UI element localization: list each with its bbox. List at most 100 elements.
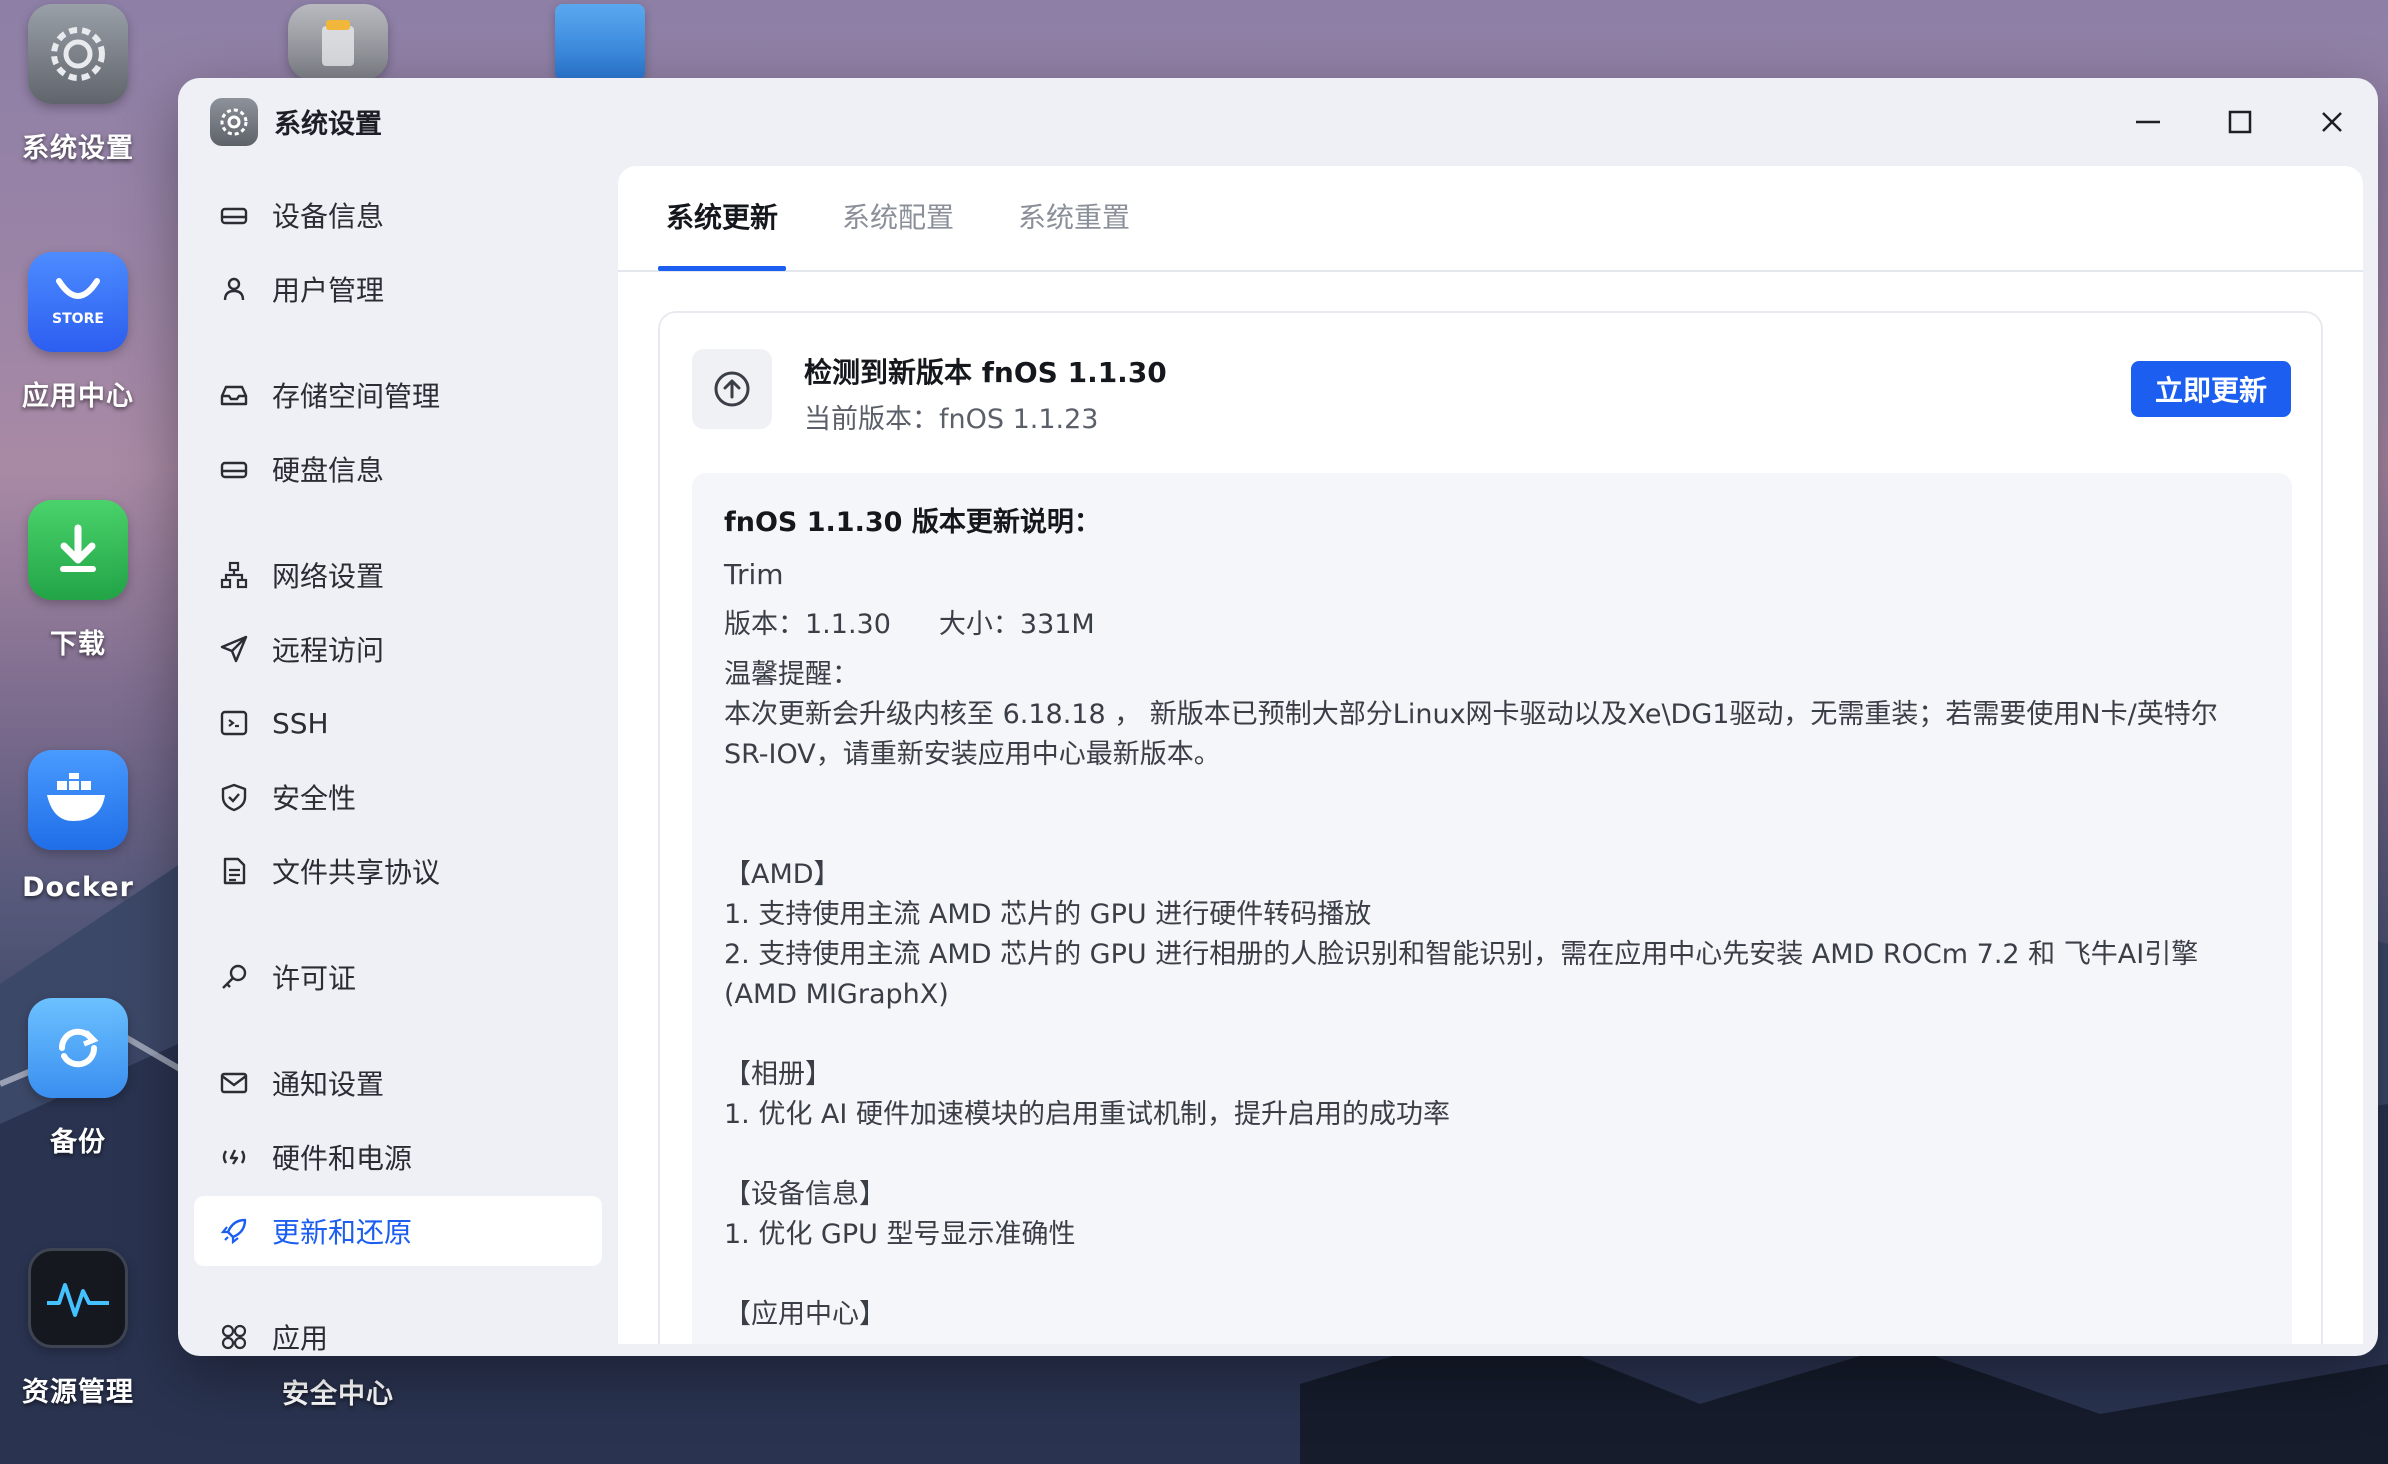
upload-icon: [692, 349, 772, 429]
update-card: 检测到新版本 fnOS 1.1.30 当前版本：fnOS 1.1.23 立即更新…: [658, 311, 2323, 1344]
sidebar-item-ssh[interactable]: SSH: [194, 688, 602, 758]
notes-tip-title: 温馨提醒：: [724, 659, 859, 690]
sidebar-item-label: 许可证: [272, 962, 357, 995]
sidebar-item-apps[interactable]: 应用: [194, 1302, 602, 1356]
minimize-button[interactable]: [2126, 100, 2170, 144]
desktop-icon-label: 安全中心: [282, 1379, 394, 1410]
maximize-icon: [2228, 110, 2252, 134]
sidebar-item-license[interactable]: 许可证: [194, 942, 602, 1012]
network-icon: [216, 557, 252, 593]
apps-grid-icon: [216, 1319, 252, 1355]
notes-heading: fnOS 1.1.30 版本更新说明：: [724, 507, 1101, 538]
rocket-icon: [216, 1213, 252, 1249]
sidebar-item-storage[interactable]: 存储空间管理: [194, 360, 602, 430]
desktop-icon-label: Docker: [22, 872, 134, 903]
backup-icon: [28, 998, 128, 1098]
notes-album-title: 【相册】: [724, 1059, 832, 1090]
current-version: 当前版本：fnOS 1.1.23: [804, 404, 1099, 435]
sidebar-item-label: 安全性: [272, 782, 357, 815]
notes-tip-body: 本次更新会升级内核至 6.18.18 ， 新版本已预制大部分Linux网卡驱动以…: [724, 699, 2218, 770]
sidebar-item-label: SSH: [272, 706, 329, 740]
close-icon: [2322, 112, 2342, 132]
folder-icon: [555, 4, 645, 80]
sidebar-item-device-info[interactable]: 设备信息: [194, 180, 602, 250]
desktop-icon-label: 备份: [50, 1127, 106, 1158]
mail-icon: [216, 1065, 252, 1101]
sidebar-item-label: 硬件和电源: [272, 1142, 413, 1175]
user-icon: [216, 271, 252, 307]
desktop-icon-label: 下载: [50, 629, 106, 660]
desktop-icon-label: 资源管理: [22, 1377, 134, 1408]
desktop-icon-backup[interactable]: 备份: [0, 998, 168, 1159]
sidebar-item-label: 远程访问: [272, 634, 385, 667]
desktop-icon-settings[interactable]: 系统设置: [0, 4, 168, 165]
desktop-icon-app-center[interactable]: STORE 应用中心: [0, 252, 168, 413]
sidebar-item-hardware-power[interactable]: 硬件和电源: [194, 1122, 602, 1192]
store-icon: STORE: [28, 252, 128, 352]
window-titlebar[interactable]: 系统设置: [178, 78, 2378, 166]
sidebar-item-network[interactable]: 网络设置: [194, 540, 602, 610]
sidebar-item-label: 通知设置: [272, 1068, 385, 1101]
notes-album-1: 1. 优化 AI 硬件加速模块的启用重试机制，提升启用的成功率: [724, 1099, 1450, 1130]
maximize-button[interactable]: [2218, 100, 2262, 144]
release-notes[interactable]: fnOS 1.1.30 版本更新说明： Trim 版本：1.1.30 大小：33…: [692, 473, 2292, 1344]
gear-icon: [210, 98, 258, 146]
sidebar-item-label: 存储空间管理: [272, 380, 441, 413]
desktop-icon-docker[interactable]: Docker: [0, 750, 168, 903]
minimize-icon: [2136, 120, 2160, 124]
tab-system-update[interactable]: 系统更新: [666, 196, 778, 236]
update-title: 检测到新版本 fnOS 1.1.30: [804, 356, 1167, 389]
notes-appcenter-title: 【应用中心】: [724, 1299, 886, 1330]
sidebar-item-remote-access[interactable]: 远程访问: [194, 614, 602, 684]
sidebar-item-label: 应用: [272, 1322, 329, 1355]
notes-device-title: 【设备信息】: [724, 1179, 886, 1210]
store-badge: STORE: [52, 311, 104, 327]
desktop-icon-label: 应用中心: [22, 381, 134, 412]
power-icon: [216, 1139, 252, 1175]
notes-meta: 版本：1.1.30 大小：331M: [724, 605, 2260, 645]
key-icon: [216, 959, 252, 995]
send-icon: [216, 631, 252, 667]
notes-amd-1: 1. 支持使用主流 AMD 芯片的 GPU 进行硬件转码播放: [724, 899, 1372, 930]
gear-icon: [28, 4, 128, 104]
sidebar-item-notifications[interactable]: 通知设置: [194, 1048, 602, 1118]
notes-size: 大小：331M: [938, 609, 1095, 640]
download-icon: [28, 500, 128, 600]
notes-amd-2: 2. 支持使用主流 AMD 芯片的 GPU 进行相册的人脸识别和智能识别，需在应…: [724, 939, 2199, 1010]
desktop-icon-trash[interactable]: [248, 4, 428, 80]
docker-icon: [28, 750, 128, 850]
terminal-icon: [216, 705, 252, 741]
settings-window: 系统设置 设备信息 用户管理 存储空间管理 硬盘信息 网络设置 远程访问 SSH…: [178, 78, 2378, 1356]
tab-system-reset[interactable]: 系统重置: [1018, 196, 1130, 236]
document-icon: [216, 853, 252, 889]
notes-device-1: 1. 优化 GPU 型号显示准确性: [724, 1219, 1076, 1250]
tab-bar: 系统更新 系统配置 系统重置: [618, 166, 2363, 272]
sidebar-item-label: 硬盘信息: [272, 454, 385, 487]
trash-icon: [288, 4, 388, 80]
sidebar-item-label: 更新和还原: [272, 1216, 413, 1249]
notes-name: Trim: [724, 558, 784, 591]
sidebar-item-label: 文件共享协议: [272, 856, 441, 889]
disk-icon: [216, 451, 252, 487]
notes-version: 版本：1.1.30: [724, 609, 891, 640]
update-now-button[interactable]: 立即更新: [2131, 361, 2291, 417]
storage-icon: [216, 377, 252, 413]
window-title: 系统设置: [274, 109, 382, 140]
notes-amd-title: 【AMD】: [724, 859, 841, 890]
desktop-icon-download[interactable]: 下载: [0, 500, 168, 661]
desktop-icon-resource-monitor[interactable]: 资源管理: [0, 1248, 168, 1409]
drive-icon: [216, 197, 252, 233]
desktop-icon-folder[interactable]: [510, 4, 690, 80]
desktop-icon-label: 系统设置: [22, 133, 134, 164]
close-button[interactable]: [2310, 100, 2354, 144]
sidebar-item-disk-info[interactable]: 硬盘信息: [194, 434, 602, 504]
main-panel: 系统更新 系统配置 系统重置 检测到新版本 fnOS 1.1.30 当前版本：f…: [618, 166, 2363, 1344]
shield-check-icon: [216, 779, 252, 815]
sidebar-item-user-management[interactable]: 用户管理: [194, 254, 602, 324]
activity-icon: [28, 1248, 128, 1348]
tab-system-config[interactable]: 系统配置: [842, 196, 954, 236]
sidebar-item-file-sharing[interactable]: 文件共享协议: [194, 836, 602, 906]
sidebar-item-update-restore[interactable]: 更新和还原: [194, 1196, 602, 1266]
sidebar-item-security[interactable]: 安全性: [194, 762, 602, 832]
sidebar-item-label: 设备信息: [272, 200, 385, 233]
